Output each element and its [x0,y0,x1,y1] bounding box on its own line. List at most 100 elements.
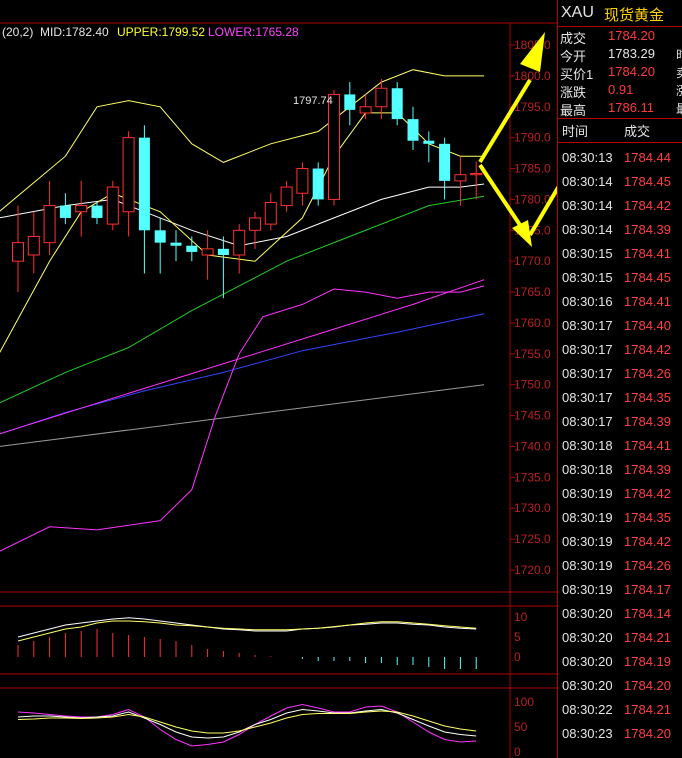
quote-value: 1784.20 [608,28,655,43]
price-axis-label: 1730.0 [514,501,551,515]
price-axis-label: 1780.0 [514,192,551,206]
header-params: (20,2) [2,25,33,39]
price-axis-label: 1755.0 [514,347,551,361]
tick-time: 08:30:23 [562,726,613,741]
tick-row: 08:30:20 1784.20 [558,674,682,698]
tick-row: 08:30:14 1784.45 [558,170,682,194]
tick-price: 1784.42 [624,534,671,549]
tick-row: 08:30:17 1784.39 [558,410,682,434]
tick-time: 08:30:19 [562,582,613,597]
tick-time: 08:30:14 [562,198,613,213]
candle-body-down [154,230,166,243]
candle-body-up [75,205,88,213]
tick-price: 1784.40 [624,318,671,333]
ticks-header-time: 时间 [562,124,589,139]
price-axis-label: 1735.0 [514,470,551,484]
quote-row: 涨跌0.91涨 [558,81,682,100]
tick-time: 08:30:19 [562,558,613,573]
tick-time: 08:30:16 [562,294,613,309]
candle-body-up [264,202,277,225]
tick-price: 1784.21 [624,702,671,717]
quote-label: 最高 [560,103,587,118]
macd-axis-label: 0 [514,650,521,664]
price-axis-label: 1760.0 [514,316,551,330]
quote-trail: 卖 [676,64,682,81]
macd-panel: 10 5 0 [17,610,528,669]
candle-body-down [423,140,435,144]
chart-header: (20,2) MID:1782.40 UPPER:1799.52 LOWER:1… [2,25,299,39]
candle-body-up [249,217,261,231]
tick-time: 08:30:18 [562,438,613,453]
quote-sidebar: XAU 现货黄金 成交1784.20今开1783.29时买价11784.20卖涨… [557,0,682,758]
tick-row: 08:30:23 1784.20 [558,722,682,746]
quote-trail: 最 [676,100,682,117]
tick-row: 08:30:18 1784.41 [558,434,682,458]
quote-trail: 时 [676,46,682,63]
main-chart[interactable]: (20,2) MID:1782.40 UPPER:1799.52 LOWER:1… [0,0,557,758]
quote-value: 1786.11 [608,100,655,115]
candles [12,78,483,299]
candle-body-down [91,205,103,218]
tick-row: 08:30:19 1784.42 [558,482,682,506]
quote-trail: 涨 [676,82,682,99]
quote-value: 1784.20 [608,64,655,79]
price-axis-label: 1725.0 [514,532,551,546]
quote-value: 1783.29 [608,46,655,61]
candle-body-down [170,242,182,246]
kdj-axis-label: 50 [514,720,528,734]
tick-row: 08:30:15 1784.41 [558,242,682,266]
tick-time: 08:30:15 [562,246,613,261]
macd-dif-line [17,617,477,638]
high-price-marker: 1797.74 [293,95,333,107]
price-axis-label: 1765.0 [514,285,551,299]
candle-body-up [280,186,293,207]
tick-row: 08:30:19 1784.42 [558,530,682,554]
moving-average-lines [0,69,485,552]
tick-row: 08:30:13 1784.44 [558,146,682,170]
tick-price: 1784.21 [624,630,671,645]
candle-body-up [233,229,246,256]
tick-price: 1784.45 [624,174,671,189]
price-axis-label: 1745.0 [514,409,551,423]
arrow-up-shaft [478,78,532,164]
ticks-header-divider [558,142,682,143]
tick-time: 08:30:19 [562,486,613,501]
tick-price: 1784.42 [624,198,671,213]
tick-price: 1784.20 [624,726,671,741]
tick-time: 08:30:22 [562,702,613,717]
tick-time: 08:30:19 [562,534,613,549]
header-upper: UPPER:1799.52 [117,25,205,39]
tick-row: 08:30:17 1784.40 [558,314,682,338]
candle-body-down [59,205,71,218]
price-axis-label: 1785.0 [514,162,551,176]
tick-row: 08:30:17 1784.35 [558,386,682,410]
candle-body-down [186,245,198,252]
symbol-code: XAU [561,4,594,21]
tick-time: 08:30:19 [562,510,613,525]
macd-axis-label: 10 [514,610,528,624]
tick-row: 08:30:19 1784.26 [558,554,682,578]
tick-price: 1784.14 [624,606,671,621]
tick-price: 1784.41 [624,438,671,453]
tick-row: 08:30:17 1784.42 [558,338,682,362]
candle-body-down [439,143,451,181]
tick-time: 08:30:20 [562,630,613,645]
quote-row: 今开1783.29时 [558,45,682,64]
quote-divider [558,118,682,119]
tick-time: 08:30:20 [562,654,613,669]
price-axis: 1805.01800.01795.01790.01785.01780.01775… [510,38,551,577]
quote-row: 成交 1784.20 [558,27,682,46]
candle-body-up [454,174,467,182]
tick-time: 08:30:17 [562,366,613,381]
tick-time: 08:30:17 [562,414,613,429]
tick-row: 08:30:14 1784.42 [558,194,682,218]
kdj-axis-label: 100 [514,695,534,709]
bb-lower-line [0,285,485,552]
tick-row: 08:30:20 1784.21 [558,626,682,650]
tick-row: 08:30:22 1784.21 [558,698,682,722]
tick-time: 08:30:17 [562,390,613,405]
tick-time: 08:30:13 [562,150,613,165]
tick-price: 1784.26 [624,558,671,573]
tick-price: 1784.45 [624,270,671,285]
ma-line-trend-magenta [0,279,485,435]
